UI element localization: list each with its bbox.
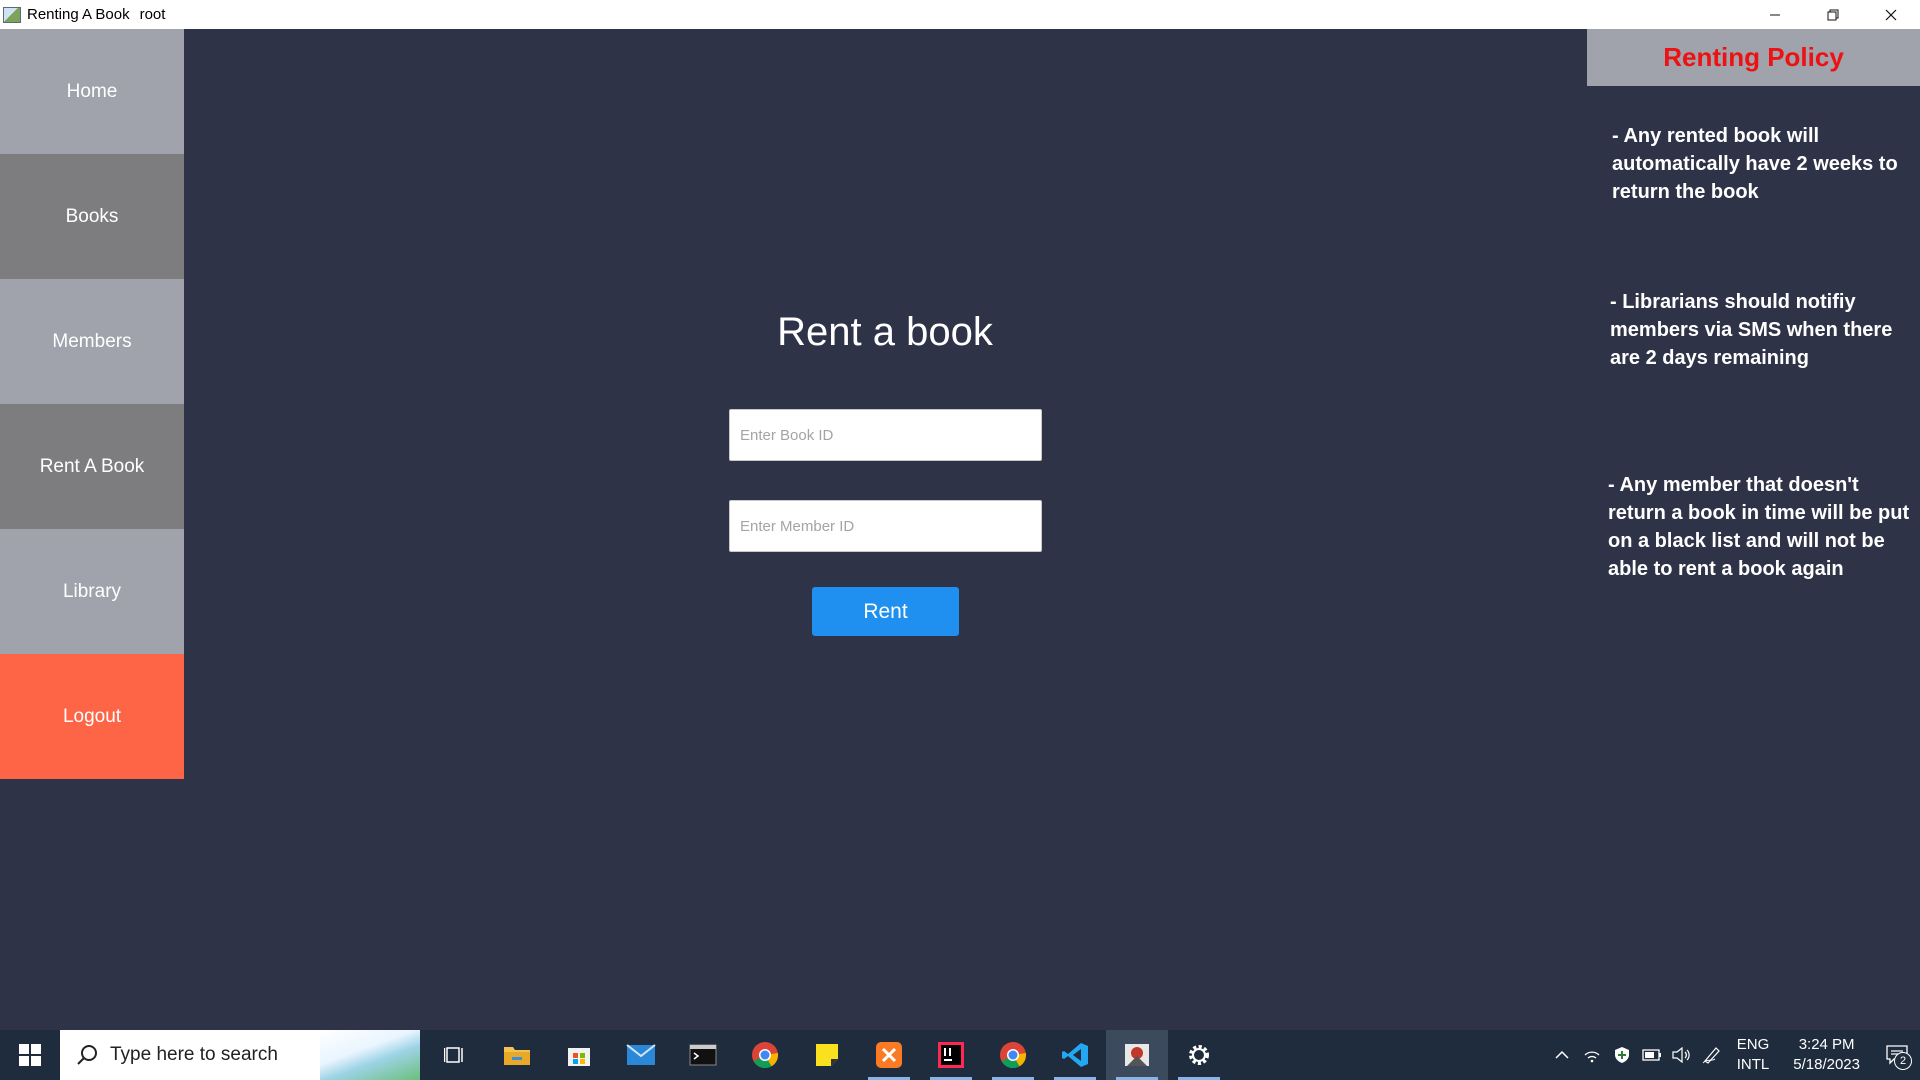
sidebar-item-rent-a-book[interactable]: Rent A Book [0,404,184,529]
taskbar-search[interactable]: Type here to search [60,1030,420,1080]
policy-title: Renting Policy [1663,42,1844,72]
app-icon [3,6,21,23]
policy-item: - Any rented book will automatically hav… [1612,125,1898,203]
keyboard-layout-label: INTL [1736,1056,1770,1073]
sidebar-item-label: Books [65,205,119,227]
input-language-button[interactable]: ENG INTL [1737,1035,1770,1075]
member-id-input[interactable] [729,500,1042,552]
minimize-button[interactable] [1746,0,1804,29]
battery-icon [1642,1049,1661,1061]
chrome-icon [1000,1042,1027,1069]
sidebar-item-label: Rent A Book [39,455,145,477]
sidebar-item-library[interactable]: Library [0,529,184,654]
rent-button[interactable]: Rent [812,587,959,636]
restore-button[interactable] [1804,0,1862,29]
sidebar-item-label: Library [62,580,122,602]
book-id-input[interactable] [729,409,1042,461]
system-tray: ENG INTL 3:24 PM 5/18/2023 2 [1547,1030,1920,1080]
battery-button[interactable] [1637,1030,1667,1080]
search-icon [77,1045,97,1065]
shield-icon [1614,1047,1629,1063]
mail-icon [626,1044,656,1065]
terminal-button[interactable] [672,1030,734,1080]
xampp-icon [876,1042,902,1068]
vscode-button[interactable] [1044,1030,1106,1080]
window-user: root [139,6,166,23]
chrome-button[interactable] [734,1030,796,1080]
java-app-button[interactable] [1106,1030,1168,1080]
chrome-icon [752,1042,779,1069]
chrome-button[interactable] [982,1030,1044,1080]
task-view-icon [444,1047,463,1063]
sidebar-item-label: Home [66,80,118,102]
sidebar-item-members[interactable]: Members [0,279,184,404]
java-app-icon [1125,1044,1149,1066]
taskbar-apps [424,1030,1230,1080]
sidebar-item-home[interactable]: Home [0,29,184,154]
microsoft-store-icon [568,1048,590,1066]
clock-time: 3:24 PM [1798,1036,1855,1053]
language-label: ENG [1736,1036,1770,1053]
file-explorer-button[interactable] [486,1030,548,1080]
sticky-notes-icon [816,1044,838,1066]
search-placeholder: Type here to search [110,1044,278,1065]
vscode-icon [1062,1043,1088,1067]
settings-button[interactable] [1168,1030,1230,1080]
intellij-button[interactable] [920,1030,982,1080]
terminal-icon [689,1044,717,1066]
notification-center-button[interactable]: 2 [1874,1030,1920,1080]
mail-button[interactable] [610,1030,672,1080]
taskbar: Type here to search ENG INTL 3:24 PM 5/1… [0,1030,1920,1080]
sidebar-item-label: Members [52,330,132,352]
wifi-icon [1584,1051,1600,1063]
window-controls [1746,0,1920,29]
clock-date: 5/18/2023 [1793,1056,1860,1073]
settings-icon [1189,1045,1209,1065]
clock-button[interactable]: 3:24 PM 5/18/2023 [1793,1035,1860,1075]
minimize-icon [1770,14,1780,15]
network-button[interactable] [1577,1030,1607,1080]
policy-item: - Librarians should notifiy members via … [1610,291,1893,369]
window-title: Renting A Book [27,6,130,23]
show-hidden-icons-button[interactable] [1547,1030,1577,1080]
policy-item: - Any member that doesn't return a book … [1608,474,1910,580]
speaker-icon [1672,1047,1690,1063]
sidebar-item-books[interactable]: Books [0,154,184,279]
sidebar-item-label: Logout [62,705,122,727]
pen-button[interactable] [1697,1030,1727,1080]
intellij-icon [938,1042,964,1068]
close-icon [1885,9,1897,20]
windows-start-icon [19,1044,41,1066]
start-button[interactable] [0,1030,60,1080]
task-view-button[interactable] [424,1030,486,1080]
search-highlight-image [320,1030,420,1080]
file-explorer-icon [504,1047,530,1065]
chevron-up-icon [1555,1050,1569,1059]
xampp-button[interactable] [858,1030,920,1080]
pen-icon [1702,1047,1720,1064]
sticky-notes-button[interactable] [796,1030,858,1080]
volume-button[interactable] [1667,1030,1697,1080]
page-title: Rent a book [777,310,993,354]
security-button[interactable] [1607,1030,1637,1080]
sidebar-nav: Home Books Members Rent A Book Library L… [0,29,184,779]
restore-icon [1827,9,1839,20]
sidebar-item-logout[interactable]: Logout [0,654,184,779]
microsoft-store-button[interactable] [548,1030,610,1080]
notification-count-badge: 2 [1894,1052,1912,1070]
window-titlebar: Renting A Book root [0,0,1920,29]
close-button[interactable] [1862,0,1920,29]
policy-header: Renting Policy [1587,29,1920,86]
